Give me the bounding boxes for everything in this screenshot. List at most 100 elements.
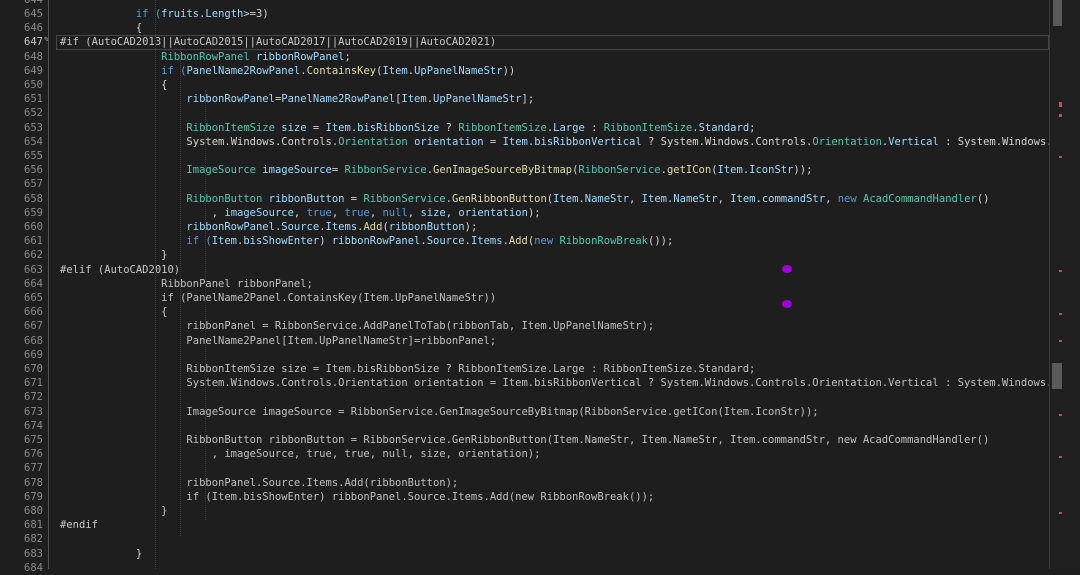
breakpoint-marker[interactable]	[782, 300, 792, 308]
code-token: ribbonButton	[388, 221, 465, 233]
code-line[interactable]: 666 {	[0, 305, 1050, 319]
code-line[interactable]: 671 System.Windows.Controls.Orientation …	[0, 376, 1050, 390]
outlining-margin[interactable]	[48, 0, 49, 569]
code-line[interactable]: 664 RibbonPanel ribbonPanel;	[0, 277, 1050, 291]
code-token: RibbonItemSize size = Item.bisRibbonSize…	[60, 363, 756, 375]
code-token: RibbonItemSize	[458, 121, 547, 134]
edit-indicator-icon: ✎	[44, 35, 50, 46]
code-token: Source	[426, 235, 465, 248]
code-line[interactable]: 646 {	[0, 21, 1050, 35]
code-text: ribbonPanel.Source.Items.Add(ribbonButto…	[60, 476, 1050, 490]
scrollbar-thumb-position[interactable]	[1052, 363, 1062, 389]
code-token: :	[584, 121, 604, 134]
code-token: =	[483, 135, 503, 148]
line-number: 673	[24, 405, 43, 418]
code-token: >=3)	[243, 8, 269, 20]
code-line[interactable]: 682	[0, 532, 1050, 546]
line-number: 666	[24, 306, 43, 319]
code-token: bisRibbonVertical	[534, 135, 642, 148]
code-line[interactable]: 668 PanelName2Panel[Item.UpPanelNameStr]…	[0, 334, 1050, 348]
code-line[interactable]: 675 RibbonButton ribbonButton = RibbonSe…	[0, 433, 1050, 447]
code-line[interactable]: 678 ribbonPanel.Source.Items.Add(ribbonB…	[0, 476, 1050, 490]
code-text: {	[60, 78, 1050, 92]
code-line[interactable]: 677	[0, 461, 1050, 475]
code-line[interactable]: 657	[0, 177, 1050, 191]
code-line[interactable]: 662 }	[0, 248, 1050, 262]
code-line[interactable]: 681 #endif	[0, 518, 1050, 532]
line-number: 653	[24, 121, 43, 134]
code-token: ,	[825, 192, 838, 205]
change-marker	[1059, 156, 1062, 158]
code-token: null	[382, 206, 408, 219]
code-line[interactable]: 655	[0, 149, 1050, 163]
code-line[interactable]: 656 ImageSource imageSource= RibbonServi…	[0, 163, 1050, 177]
code-token: );	[464, 221, 478, 233]
scrollbar-thumb[interactable]	[1053, 0, 1062, 26]
code-line[interactable]: 652	[0, 106, 1050, 120]
code-token: Controls	[281, 135, 332, 148]
line-number: 651	[24, 93, 43, 106]
code-token: {	[60, 306, 168, 319]
code-line[interactable]: 670 RibbonItemSize size = Item.bisRibbon…	[0, 362, 1050, 376]
code-line[interactable]: 672	[0, 390, 1050, 404]
code-token: ribbonPanel = RibbonService.AddPanelToTa…	[60, 320, 655, 333]
code-line[interactable]: 645 if (fruits.Length>=3)	[0, 7, 1050, 21]
code-token: Length	[205, 8, 244, 20]
code-token: System	[60, 135, 225, 148]
code-token: )	[319, 235, 332, 248]
code-token: ribbonRowPanel	[331, 235, 421, 248]
code-token: }	[60, 547, 143, 560]
code-token: size	[420, 206, 446, 219]
code-text: , imageSource, true, true, null, size, o…	[60, 206, 1050, 220]
code-line[interactable]: 658 RibbonButton ribbonButton = RibbonSe…	[0, 192, 1050, 206]
vertical-scrollbar[interactable]	[1050, 0, 1080, 569]
code-token: orientation	[458, 206, 528, 219]
code-token: Item	[382, 64, 408, 77]
code-line[interactable]: 669	[0, 348, 1050, 362]
code-line[interactable]: 659 , imageSource, true, true, null, siz…	[0, 206, 1050, 220]
code-token: Item	[641, 192, 667, 205]
code-token: RibbonItemSize	[603, 121, 693, 134]
code-line[interactable]: 674	[0, 419, 1050, 433]
code-editor[interactable]: 644645 if (fruits.Length>=3)646 {647#if …	[0, 0, 1080, 574]
line-number: 681	[24, 519, 43, 532]
code-line[interactable]: 679 if (Item.bisShowEnter) ribbonPanel.S…	[0, 490, 1050, 504]
code-line[interactable]: 660 ribbonRowPanel.Source.Items.Add(ribb…	[0, 220, 1050, 234]
code-line[interactable]: 667 ribbonPanel = RibbonService.AddPanel…	[0, 319, 1050, 333]
current-line-highlight	[56, 35, 1049, 50]
line-number: 657	[24, 178, 43, 191]
code-text: RibbonRowPanel ribbonRowPanel;	[60, 50, 1050, 64]
code-line[interactable]: 650 {	[0, 78, 1050, 92]
code-line[interactable]: 651 ribbonRowPanel=PanelName2RowPanel[It…	[0, 92, 1050, 106]
code-line[interactable]: 684	[0, 561, 1050, 575]
code-token: ,	[331, 206, 345, 219]
breakpoint-marker[interactable]	[782, 265, 792, 273]
code-text: RibbonButton ribbonButton = RibbonServic…	[60, 192, 1050, 206]
code-token: System.Windows.Controls.	[660, 135, 813, 148]
code-line[interactable]: 673 ImageSource imageSource = RibbonServ…	[0, 405, 1050, 419]
code-text: ImageSource imageSource= RibbonService.G…	[60, 163, 1050, 177]
code-line[interactable]: 683 }	[0, 547, 1050, 561]
code-line[interactable]: 676 , imageSource, true, true, null, siz…	[0, 447, 1050, 461]
code-line[interactable]: 661 if (Item.bisShowEnter) ribbonRowPane…	[0, 234, 1050, 248]
code-text: if (PanelName2Panel.ContainsKey(Item.UpP…	[60, 291, 1050, 305]
code-token: NameStr	[584, 192, 630, 205]
code-token: Items	[325, 221, 358, 233]
code-line[interactable]: 665 if (PanelName2Panel.ContainsKey(Item…	[0, 291, 1050, 305]
code-line[interactable]: 649 if (PanelName2RowPanel.ContainsKey(I…	[0, 64, 1050, 78]
code-line[interactable]: 654 System.Windows.Controls.Orientation …	[0, 135, 1050, 149]
code-token: Windows	[230, 135, 275, 148]
code-token: true	[344, 206, 370, 219]
code-token: =	[344, 192, 364, 205]
change-marker	[1059, 414, 1062, 416]
code-line[interactable]: 663 #elif (AutoCAD2010)	[0, 263, 1050, 277]
code-line[interactable]: 644	[0, 0, 1050, 7]
code-token: ,	[407, 206, 421, 219]
code-token: );	[527, 206, 541, 219]
indent-guide	[205, 90, 206, 520]
code-token: ());	[648, 235, 674, 248]
code-line[interactable]: 653 RibbonItemSize size = Item.bisRibbon…	[0, 121, 1050, 135]
code-token: Item	[325, 121, 351, 134]
code-line[interactable]: 648 RibbonRowPanel ribbonRowPanel;	[0, 50, 1050, 64]
code-line[interactable]: 680 }	[0, 504, 1050, 518]
